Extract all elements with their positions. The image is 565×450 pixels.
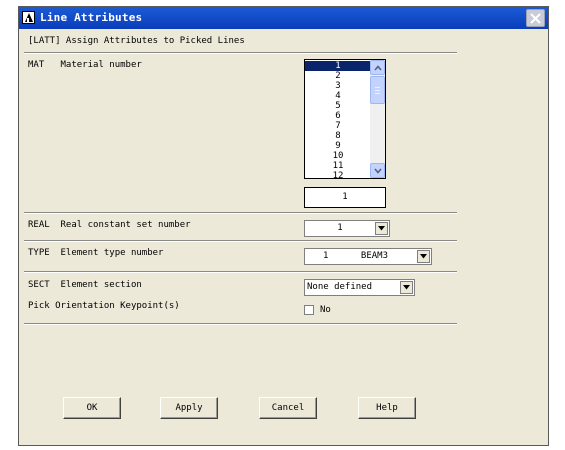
ok-button[interactable]: OK: [63, 397, 121, 419]
mat-label: MAT Material number: [28, 60, 142, 70]
real-constant-value: 1: [337, 223, 343, 233]
close-icon: [530, 13, 541, 24]
help-button[interactable]: Help: [358, 397, 416, 419]
material-number-field[interactable]: 1: [304, 187, 386, 208]
scroll-thumb[interactable]: [370, 76, 385, 104]
chevron-down-icon: [378, 226, 385, 231]
chevron-down-icon: [403, 285, 410, 290]
apply-button[interactable]: Apply: [160, 397, 218, 419]
dropdown-arrow[interactable]: [375, 222, 388, 235]
chevron-down-icon: [420, 254, 427, 259]
dropdown-arrow[interactable]: [417, 250, 430, 263]
list-item[interactable]: 11: [305, 161, 371, 171]
sect-label: SECT Element section: [28, 280, 142, 290]
list-item[interactable]: 1: [305, 61, 371, 71]
material-list-items: 1 2 3 4 5 6 7 8 9 10 11 12: [305, 61, 371, 178]
element-type-select[interactable]: 1 BEAM3: [304, 248, 432, 265]
chevron-down-icon: [374, 168, 382, 174]
element-type-value: 1 BEAM3: [323, 251, 389, 261]
separator: [24, 271, 457, 273]
pick-orientation-checkbox-label: No: [320, 305, 331, 315]
list-item[interactable]: 9: [305, 141, 371, 151]
list-item[interactable]: 8: [305, 131, 371, 141]
list-item[interactable]: 5: [305, 101, 371, 111]
real-label: REAL Real constant set number: [28, 220, 191, 230]
close-button[interactable]: [526, 9, 545, 27]
list-item[interactable]: 6: [305, 111, 371, 121]
list-item[interactable]: 7: [305, 121, 371, 131]
type-label: TYPE Element type number: [28, 248, 164, 258]
list-item[interactable]: 3: [305, 81, 371, 91]
list-item[interactable]: 2: [305, 71, 371, 81]
material-number-listbox[interactable]: 1 2 3 4 5 6 7 8 9 10 11 12: [304, 59, 386, 179]
list-item[interactable]: 10: [305, 151, 371, 161]
pick-orientation-checkbox[interactable]: [304, 305, 314, 315]
scroll-up-button[interactable]: [370, 60, 385, 75]
scroll-down-button[interactable]: [370, 163, 385, 178]
ansys-logo-icon: [22, 11, 35, 24]
separator: [24, 52, 457, 54]
element-section-select[interactable]: None defined: [304, 279, 415, 296]
dropdown-arrow[interactable]: [400, 281, 413, 294]
list-item[interactable]: 4: [305, 91, 371, 101]
cancel-button[interactable]: Cancel: [259, 397, 317, 419]
list-item[interactable]: 12: [305, 171, 371, 178]
line-attributes-dialog: Line Attributes [LATT] Assign Attributes…: [18, 6, 549, 446]
title-bar[interactable]: Line Attributes: [19, 7, 548, 29]
real-constant-select[interactable]: 1: [304, 220, 390, 237]
element-section-value: None defined: [307, 282, 373, 292]
separator: [24, 212, 457, 214]
dialog-subtitle: [LATT] Assign Attributes to Picked Lines: [28, 36, 245, 46]
separator: [24, 323, 457, 325]
chevron-up-icon: [374, 65, 382, 71]
listbox-scrollbar[interactable]: [370, 60, 385, 178]
window-title: Line Attributes: [40, 11, 143, 24]
pick-orientation-label: Pick Orientation Keypoint(s): [28, 301, 180, 311]
separator: [24, 240, 457, 242]
